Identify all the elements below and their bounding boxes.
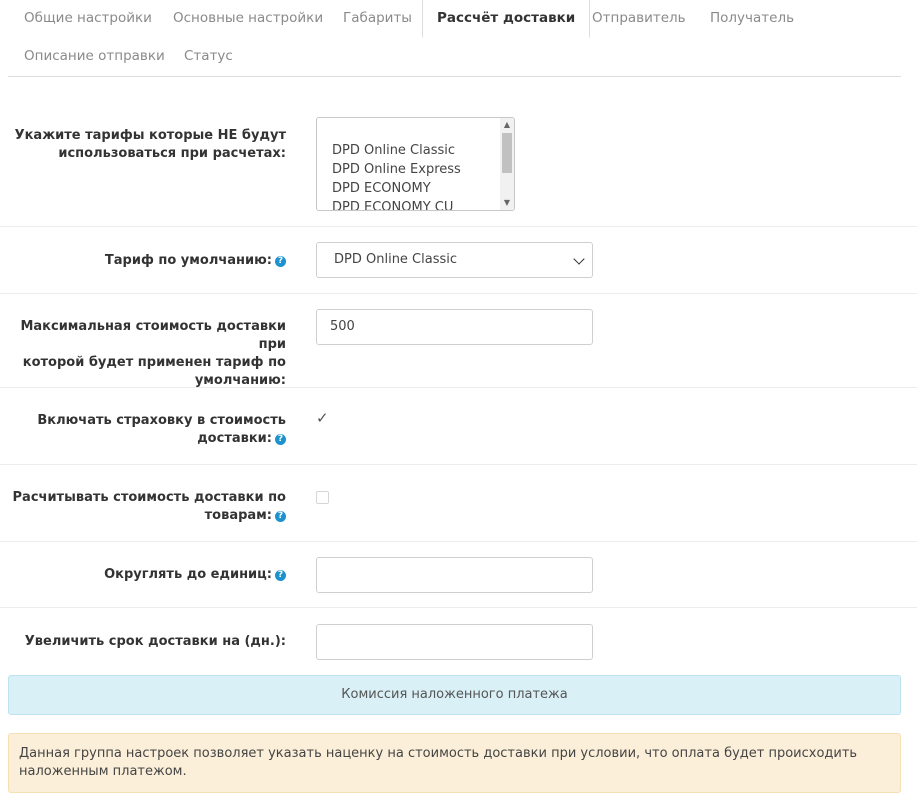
calc-by-goods-checkbox[interactable] (316, 491, 329, 504)
excluded-tariffs-multiselect[interactable]: DPD Online Classic DPD Online Express DP… (316, 117, 515, 211)
tab-main-settings[interactable]: Основные настройки (157, 0, 339, 38)
calc-by-goods-label-line2: товарам: (204, 508, 272, 523)
tab-general-settings[interactable]: Общие настройки (8, 0, 168, 38)
tab-recipient[interactable]: Получатель (694, 0, 810, 38)
excluded-tariffs-label: Укажите тарифы которые НЕ будут использо… (0, 127, 286, 163)
rounding-label-text: Округлять до единиц: (104, 567, 272, 582)
calc-by-goods-label: Расчитывать стоимость доставки по товара… (0, 489, 286, 525)
max-cost-label-line1: Максимальная стоимость доставки при (20, 319, 286, 352)
tab-delivery-calculation[interactable]: Рассчёт доставки (422, 0, 591, 38)
tab-status[interactable]: Статус (168, 38, 249, 76)
extra-days-label-text: Увеличить срок доставки на (дн.): (24, 634, 286, 649)
insurance-label: Включать страховку в стоимость доставки:… (0, 412, 286, 448)
multiselect-scrollbar[interactable]: ▲ ▼ (500, 118, 514, 210)
calc-by-goods-label-line1: Расчитывать стоимость доставки по (12, 490, 286, 505)
tab-dimensions[interactable]: Габариты (327, 0, 428, 38)
insurance-label-line1: Включать страховку в стоимость (37, 413, 286, 428)
row-divider (0, 226, 917, 227)
scroll-up-icon[interactable]: ▲ (502, 120, 512, 130)
insurance-label-line2: доставки: (197, 431, 272, 446)
cod-section-title: Комиссия наложенного платежа (341, 687, 568, 702)
rounding-label: Округлять до единиц:? (0, 566, 286, 584)
scrollbar-thumb[interactable] (502, 133, 512, 173)
tariff-option[interactable]: DPD ECONOMY (317, 179, 514, 198)
row-divider (0, 541, 917, 542)
help-icon[interactable]: ? (275, 570, 286, 581)
tariff-option[interactable]: DPD ECONOMY CU (317, 198, 514, 210)
cod-info-text: Данная группа настроек позволяет указать… (19, 746, 858, 779)
max-cost-input[interactable]: 500 (316, 309, 593, 345)
cod-info-alert: Данная группа настроек позволяет указать… (8, 733, 901, 793)
cod-section-header: Комиссия наложенного платежа (8, 675, 901, 715)
help-icon[interactable]: ? (275, 434, 286, 445)
tab-shipment-description[interactable]: Описание отправки (8, 38, 181, 76)
rounding-input[interactable] (316, 557, 593, 593)
help-icon[interactable]: ? (275, 256, 286, 267)
extra-days-label: Увеличить срок доставки на (дн.): (0, 633, 286, 651)
max-cost-label: Максимальная стоимость доставки при кото… (0, 318, 286, 390)
row-divider (0, 293, 917, 294)
chevron-down-icon (573, 253, 585, 265)
tariff-option[interactable]: DPD Online Classic (317, 141, 514, 160)
default-tariff-label: Тариф по умолчанию:? (0, 252, 286, 270)
default-tariff-select[interactable]: DPD Online Classic (316, 242, 593, 278)
insurance-checkbox[interactable]: ✓ (316, 411, 329, 426)
default-tariff-value: DPD Online Classic (334, 252, 458, 267)
settings-tabs: Общие настройки Основные настройки Габар… (8, 0, 901, 77)
max-cost-label-line3: умолчанию: (194, 373, 286, 388)
tab-sender[interactable]: Отправитель (576, 0, 702, 38)
max-cost-value: 500 (330, 319, 355, 334)
max-cost-label-line2: которой будет применен тариф по (22, 355, 286, 370)
row-divider (0, 607, 917, 608)
row-divider (0, 464, 917, 465)
excluded-tariffs-label-line2: использоваться при расчетах: (58, 146, 286, 161)
excluded-tariffs-label-line1: Укажите тарифы которые НЕ будут (14, 128, 286, 143)
help-icon[interactable]: ? (275, 511, 286, 522)
default-tariff-label-text: Тариф по умолчанию: (104, 253, 272, 268)
tariff-option[interactable]: DPD Online Express (317, 160, 514, 179)
row-divider (0, 387, 917, 388)
scroll-down-icon[interactable]: ▼ (502, 198, 512, 208)
extra-days-input[interactable] (316, 624, 593, 660)
